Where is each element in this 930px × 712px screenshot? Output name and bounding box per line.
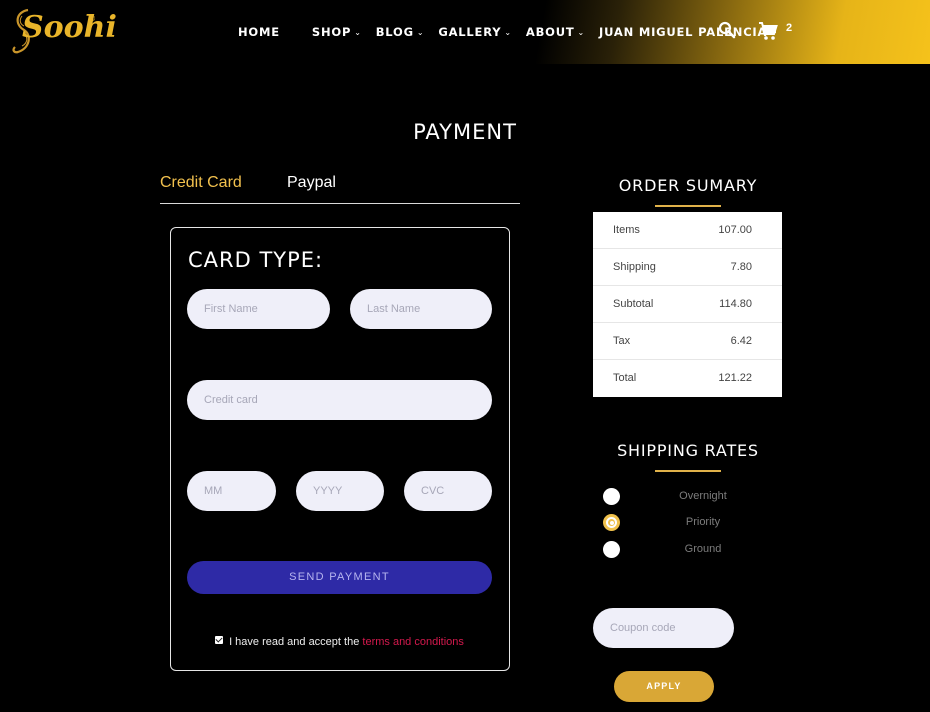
rate-label: Overnight [679,490,727,502]
first-name-input[interactable] [187,289,330,329]
search-icon[interactable] [718,21,736,39]
summary-label: Items [613,224,640,236]
summary-row-tax: Tax 6.42 [593,323,782,360]
rate-option-overnight[interactable]: Overnight [603,488,753,506]
chevron-down-icon: ⌄ [354,27,362,37]
rate-label: Priority [685,516,721,528]
top-navigation-bar: Soohi ® HOME SHOP ⌄ BLOG ⌄ GALLERY ⌄ ABO… [0,0,930,64]
terms-checkbox[interactable] [215,636,223,644]
shipping-rates-heading: SHIPPING RATES [617,441,759,460]
terms-link[interactable]: terms and conditions [362,636,464,648]
rate-option-priority[interactable]: Priority [603,514,753,532]
last-name-input[interactable] [350,289,492,329]
summary-value: 7.80 [730,261,752,273]
summary-label: Subtotal [613,298,654,310]
summary-value: 107.00 [718,224,752,236]
rate-label: Ground [684,543,722,555]
summary-row-total: Total 121.22 [593,360,782,397]
summary-value: 6.42 [730,335,752,347]
rate-radio[interactable] [603,514,620,531]
registered-mark: ® [90,16,96,23]
nav-home[interactable]: HOME [238,25,280,39]
order-summary-heading: ORDER SUMARY [618,176,758,195]
nav-about-label: ABOUT [525,25,575,39]
nav-shop[interactable]: SHOP ⌄ [312,25,362,39]
nav-blog[interactable]: BLOG ⌄ [376,25,425,39]
rate-radio[interactable] [603,541,620,558]
rate-radio[interactable] [603,488,620,505]
nav-user-menu[interactable]: JUAN MIGUEL PALENCIA ⌄ [599,25,778,39]
chevron-down-icon: ⌄ [504,27,512,37]
nav-blog-label: BLOG [375,25,414,39]
apply-coupon-button[interactable]: APPLY [614,671,714,702]
summary-label: Shipping [613,261,656,273]
summary-label: Tax [613,335,631,347]
brand-name: Soohi [22,10,117,45]
tab-credit-card[interactable]: Credit Card [160,174,242,192]
tab-paypal[interactable]: Paypal [287,174,336,192]
summary-value: 114.80 [719,298,752,310]
nav-user-label: JUAN MIGUEL PALENCIA [599,25,768,39]
shipping-rates-underline [655,470,721,472]
summary-row-shipping: Shipping 7.80 [593,249,782,286]
summary-value: 121.22 [718,372,752,384]
credit-card-form: CARD TYPE: SEND PAYMENT I have read and … [170,227,510,671]
cart-icon[interactable] [758,21,778,41]
payment-method-tabs: Credit Card Paypal [160,172,520,204]
card-type-heading: CARD TYPE: [188,248,324,272]
cart-count-badge: 2 [786,22,793,34]
credit-card-input[interactable] [187,380,492,420]
brand-logo[interactable]: Soohi ® [10,6,117,58]
expiry-year-input[interactable] [296,471,384,511]
summary-label: Total [613,372,637,384]
summary-row-subtotal: Subtotal 114.80 [593,286,782,323]
order-summary-table: Items 107.00 Shipping 7.80 Subtotal 114.… [593,212,782,397]
main-nav: HOME SHOP ⌄ BLOG ⌄ GALLERY ⌄ ABOUT ⌄ JUA… [238,0,778,64]
nav-gallery-label: GALLERY [438,25,502,39]
nav-home-label: HOME [238,25,280,39]
coupon-code-input[interactable] [593,608,734,648]
nav-shop-label: SHOP [311,25,352,39]
rate-option-ground[interactable]: Ground [603,541,753,559]
chevron-down-icon: ⌄ [416,27,425,37]
nav-gallery[interactable]: GALLERY ⌄ [438,25,512,39]
summary-row-items: Items 107.00 [593,212,782,249]
expiry-month-input[interactable] [187,471,276,511]
send-payment-button[interactable]: SEND PAYMENT [187,561,492,594]
order-summary-underline [655,205,721,207]
cvc-input[interactable] [404,471,492,511]
terms-text: I have read and accept the [229,636,363,648]
terms-consent: I have read and accept the terms and con… [215,636,464,648]
page-title: PAYMENT [413,120,517,144]
nav-about[interactable]: ABOUT ⌄ [526,25,585,39]
chevron-down-icon: ⌄ [577,27,586,37]
